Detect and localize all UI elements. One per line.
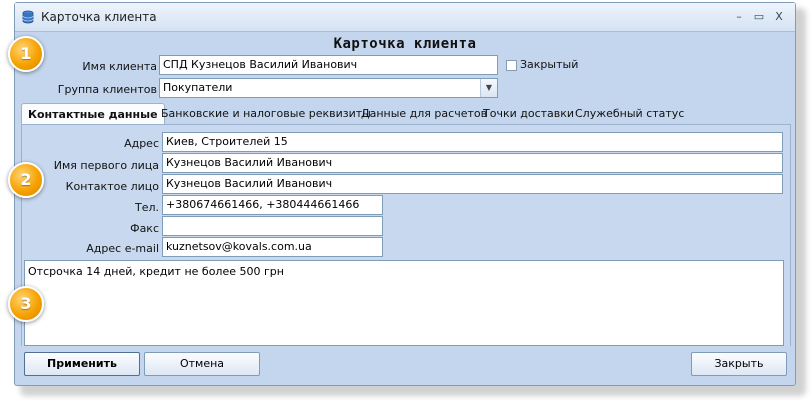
client-name-input[interactable]: СПД Кузнецов Василий Иванович — [159, 55, 498, 75]
closed-checkbox[interactable] — [506, 60, 517, 71]
tab-bank-tax-details[interactable]: Банковские и налоговые реквизиты — [161, 107, 371, 120]
title-bar[interactable]: Карточка клиента – ▭ X — [15, 3, 795, 32]
callout-badge-2: 2 — [8, 162, 44, 198]
apply-button[interactable]: Применить — [24, 352, 140, 376]
callout-badge-1: 1 — [8, 36, 44, 72]
first-person-label: Имя первого лица — [53, 159, 159, 172]
first-person-input[interactable]: Кузнецов Василий Иванович — [162, 153, 783, 173]
contact-person-label: Контактое лицо — [65, 180, 159, 193]
email-label: Адрес e-mail — [86, 242, 159, 255]
tab-service-status[interactable]: Служебный статус — [575, 107, 684, 120]
callout-badge-3: 3 — [8, 286, 44, 322]
tab-settlement-data[interactable]: Данные для расчетов — [361, 107, 487, 120]
email-input[interactable]: kuznetsov@kovals.com.ua — [162, 237, 383, 257]
notes-textarea[interactable]: Отсрочка 14 дней, кредит не более 500 гр… — [24, 260, 784, 346]
contact-person-input[interactable]: Кузнецов Василий Иванович — [162, 174, 783, 194]
address-input[interactable]: Киев, Строителей 15 — [162, 132, 783, 152]
client-name-label: Имя клиента — [82, 60, 157, 73]
window-title: Карточка клиента — [41, 10, 157, 24]
phone-label: Тел. — [134, 201, 159, 214]
address-label: Адрес — [124, 137, 159, 150]
fax-input[interactable] — [162, 216, 383, 236]
fax-label: Факс — [130, 222, 159, 235]
close-button[interactable]: Закрыть — [691, 352, 787, 376]
client-group-label: Группа клиентов — [57, 83, 157, 96]
closed-checkbox-label: Закрытый — [520, 58, 579, 71]
minimize-button[interactable]: – — [731, 9, 747, 25]
form-heading: Карточка клиента — [333, 36, 477, 52]
database-icon — [22, 10, 34, 24]
tab-delivery-points[interactable]: Точки доставки — [483, 107, 574, 120]
client-group-value: Покупатели — [163, 81, 233, 94]
cancel-button[interactable]: Отмена — [144, 352, 260, 376]
close-window-button[interactable]: X — [771, 9, 787, 25]
client-group-select[interactable]: Покупатели ▼ — [159, 78, 498, 98]
client-card-window: Карточка клиента – ▭ X Карточка клиента … — [14, 2, 796, 386]
chevron-down-icon[interactable]: ▼ — [480, 79, 497, 97]
phone-input[interactable]: +380674661466, +380444661466 — [162, 195, 383, 215]
tab-contact-data[interactable]: Контактные данные — [21, 103, 165, 124]
maximize-button[interactable]: ▭ — [751, 9, 767, 25]
tabs-divider — [21, 124, 791, 125]
